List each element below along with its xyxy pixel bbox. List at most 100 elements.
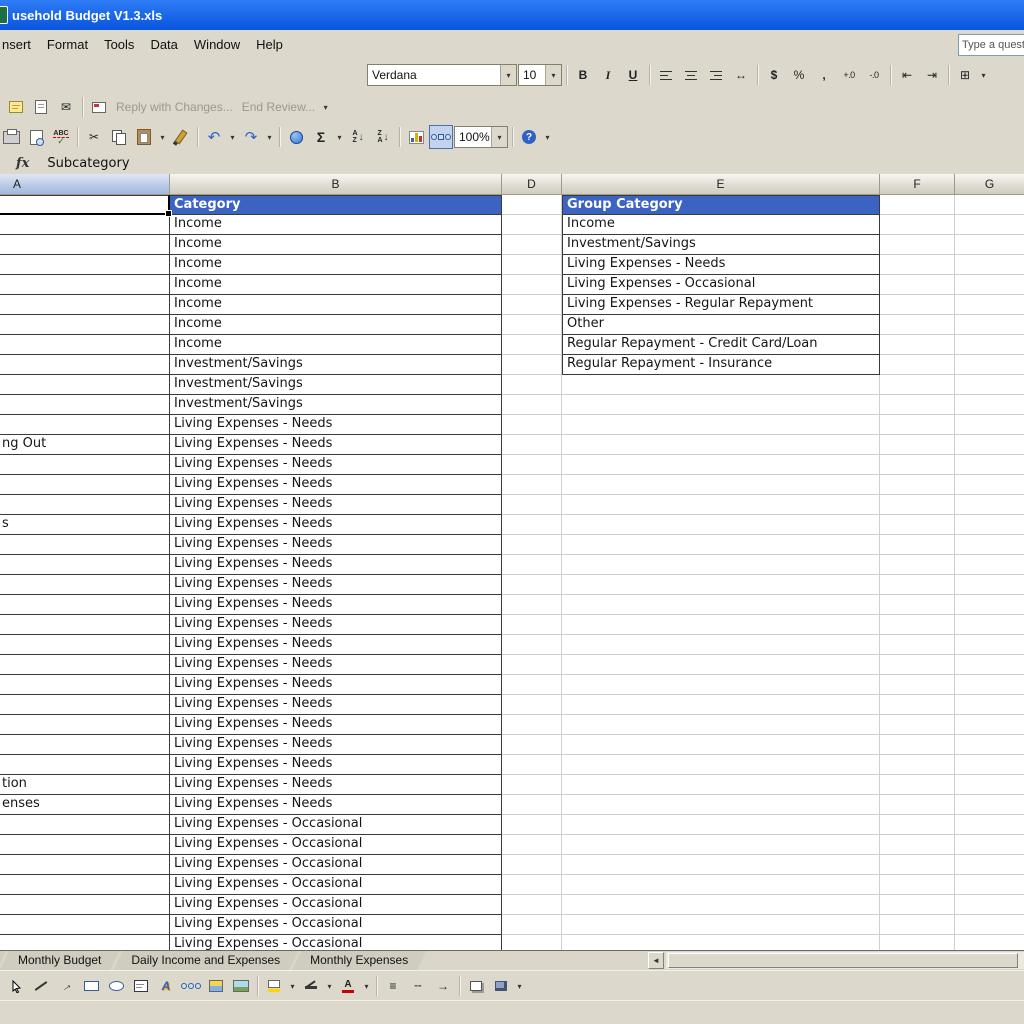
menu-item-format[interactable]: Format (39, 33, 96, 56)
cell-f[interactable] (880, 435, 955, 455)
cell-f[interactable] (880, 815, 955, 835)
cell-a[interactable] (0, 355, 170, 375)
line-color-button[interactable] (299, 974, 323, 998)
cell-g[interactable] (955, 935, 1024, 950)
cell-e[interactable] (562, 435, 880, 455)
cell-f[interactable] (880, 875, 955, 895)
cell-g[interactable] (955, 815, 1024, 835)
font-name-combo[interactable]: Verdana ▾ (367, 64, 517, 86)
shadow-style-button[interactable] (464, 974, 488, 998)
cell-e[interactable] (562, 895, 880, 915)
cell-b[interactable]: Living Expenses - Needs (170, 435, 502, 455)
cell-f[interactable] (880, 935, 955, 950)
cell-f[interactable] (880, 415, 955, 435)
cell-b[interactable]: Investment/Savings (170, 375, 502, 395)
cell-g[interactable] (955, 875, 1024, 895)
cell-f[interactable] (880, 775, 955, 795)
cell-e[interactable] (562, 855, 880, 875)
cell-g[interactable] (955, 515, 1024, 535)
cell-a[interactable] (0, 635, 170, 655)
cell-b[interactable]: Income (170, 295, 502, 315)
cell-a[interactable] (0, 615, 170, 635)
cell-d[interactable] (502, 675, 562, 695)
autosum-button[interactable]: Σ (309, 125, 333, 149)
cell-b[interactable]: Living Expenses - Occasional (170, 815, 502, 835)
cell-b[interactable]: Living Expenses - Needs (170, 415, 502, 435)
cell-e[interactable] (562, 375, 880, 395)
copy-button[interactable] (107, 125, 131, 149)
menu-item-tools[interactable]: Tools (96, 33, 142, 56)
cell-e[interactable] (562, 635, 880, 655)
align-center-button[interactable] (679, 63, 703, 87)
cell-f[interactable] (880, 275, 955, 295)
cell-g[interactable] (955, 695, 1024, 715)
cell-f[interactable] (880, 555, 955, 575)
cell-a[interactable]: enses (0, 795, 170, 815)
cell-g[interactable] (955, 835, 1024, 855)
cell-g[interactable] (955, 855, 1024, 875)
cell-d[interactable] (502, 535, 562, 555)
cell-e[interactable]: Investment/Savings (562, 235, 880, 255)
cell-a[interactable] (0, 495, 170, 515)
cell-f[interactable] (880, 595, 955, 615)
cell-b[interactable]: Living Expenses - Needs (170, 735, 502, 755)
cell-f[interactable] (880, 255, 955, 275)
cell-b[interactable]: Income (170, 235, 502, 255)
cell-b[interactable]: Living Expenses - Needs (170, 615, 502, 635)
cell-b[interactable]: Living Expenses - Needs (170, 595, 502, 615)
cell-g[interactable] (955, 775, 1024, 795)
cell-d[interactable] (502, 755, 562, 775)
cell-a[interactable] (0, 335, 170, 355)
column-header-e[interactable]: E (562, 174, 880, 195)
menu-item-data[interactable]: Data (142, 33, 185, 56)
cell-e[interactable]: Living Expenses - Regular Repayment (562, 295, 880, 315)
cell-f[interactable] (880, 715, 955, 735)
cell-g[interactable] (955, 255, 1024, 275)
cell-d[interactable] (502, 235, 562, 255)
cell-d[interactable] (502, 515, 562, 535)
cell-a[interactable] (0, 915, 170, 935)
cell-e[interactable]: Living Expenses - Occasional (562, 275, 880, 295)
ask-question-input[interactable] (958, 34, 1024, 56)
cell-e[interactable] (562, 615, 880, 635)
cell-f[interactable] (880, 615, 955, 635)
cell-f[interactable] (880, 215, 955, 235)
sheet-tab-monthly-expenses[interactable]: Monthly Expenses (292, 951, 426, 970)
merge-center-button[interactable]: ↔ (729, 63, 753, 87)
cell-f[interactable] (880, 195, 955, 215)
undo-dropdown-icon[interactable]: ▾ (227, 126, 238, 148)
sheet-tab-daily-income-and-expenses[interactable]: Daily Income and Expenses (113, 951, 298, 970)
group-category-header-cell[interactable]: Group Category (562, 195, 880, 215)
cell-g[interactable] (955, 635, 1024, 655)
cell-d[interactable] (502, 315, 562, 335)
cell-a[interactable] (0, 755, 170, 775)
chevron-down-icon[interactable]: ▾ (500, 65, 516, 85)
sort-ascending-button[interactable]: AZ ↓ (346, 125, 370, 149)
cell-f[interactable] (880, 295, 955, 315)
clip-art-button[interactable] (204, 974, 228, 998)
redo-dropdown-icon[interactable]: ▾ (264, 126, 275, 148)
menu-item-help[interactable]: Help (248, 33, 291, 56)
cell-f[interactable] (880, 495, 955, 515)
cell-a[interactable] (0, 415, 170, 435)
align-left-button[interactable] (654, 63, 678, 87)
cell-f[interactable] (880, 335, 955, 355)
cell-a[interactable] (0, 235, 170, 255)
cell-b[interactable]: Income (170, 315, 502, 335)
cell-b[interactable]: Living Expenses - Needs (170, 515, 502, 535)
cell-b[interactable]: Income (170, 335, 502, 355)
cell-b[interactable]: Living Expenses - Needs (170, 675, 502, 695)
cell-b[interactable]: Living Expenses - Needs (170, 495, 502, 515)
cell-d[interactable] (502, 795, 562, 815)
cell-a[interactable] (0, 875, 170, 895)
send-mail-button[interactable]: ✉ (54, 95, 78, 119)
cell-g[interactable] (955, 575, 1024, 595)
cell-b[interactable]: Income (170, 255, 502, 275)
cell-e[interactable] (562, 535, 880, 555)
cell-d[interactable] (502, 435, 562, 455)
cell-b[interactable]: Living Expenses - Occasional (170, 895, 502, 915)
cell-e[interactable] (562, 475, 880, 495)
cell-a[interactable] (0, 215, 170, 235)
cell-e[interactable] (562, 455, 880, 475)
cell-a[interactable] (0, 655, 170, 675)
